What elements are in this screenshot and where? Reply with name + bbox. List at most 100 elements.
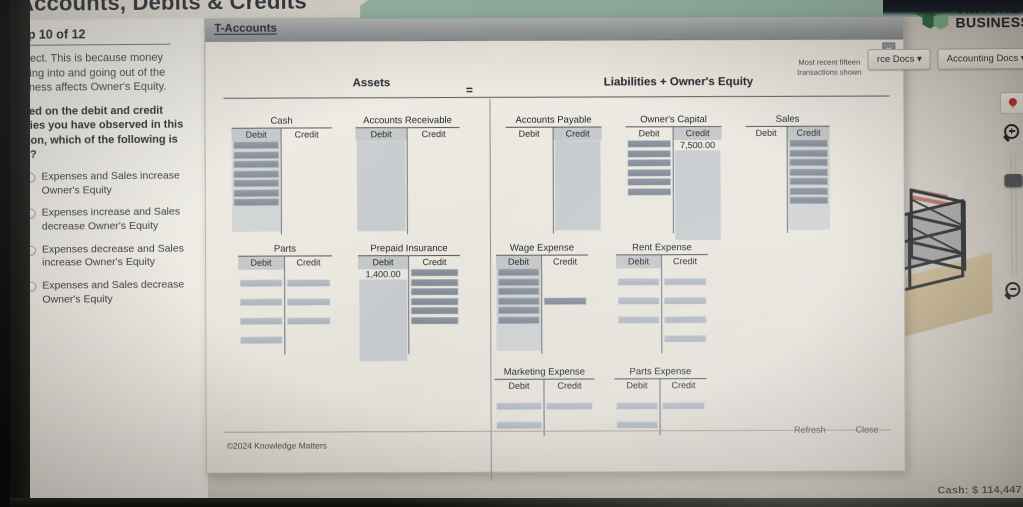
bar-spacer <box>287 288 330 295</box>
t-account-name: Wage Expense <box>509 242 575 254</box>
bar-spacer <box>240 289 282 296</box>
transaction-bar <box>287 297 331 306</box>
bar-spacer <box>664 287 706 294</box>
t-account-credit-column[interactable]: Credit 7,500.00 <box>673 127 722 241</box>
bar-spacer <box>618 306 659 313</box>
t-account-credit-column[interactable]: Credit <box>408 128 460 234</box>
transaction-bar <box>616 420 658 428</box>
t-account-credit-entries <box>661 392 707 432</box>
zoom-slider[interactable] <box>1004 152 1023 279</box>
bar-spacer <box>664 268 706 275</box>
answer-option-label: Expenses and Sales increase Owner's Equi… <box>41 169 180 197</box>
t-account-credit-entries <box>662 268 708 350</box>
zoom-slider-thumb[interactable] <box>1004 173 1023 188</box>
t-account-credit-column[interactable]: Credit <box>662 255 708 353</box>
t-account-credit-entries <box>554 140 602 231</box>
column-header-debit: Debit <box>518 128 540 139</box>
transaction-bar <box>411 268 459 277</box>
refresh-button[interactable]: Refresh <box>794 425 826 435</box>
t-account-credit-column[interactable]: Credit <box>285 256 332 354</box>
t-account-credit-column[interactable]: Credit <box>282 128 332 234</box>
t-account-credit-column[interactable]: Credit <box>553 127 602 233</box>
t-account-debit-column[interactable]: Debit <box>231 128 282 235</box>
transaction-bar <box>233 170 279 178</box>
t-account-credit-entries <box>285 269 332 351</box>
transaction-bar <box>789 158 828 166</box>
transaction-bar <box>498 287 540 295</box>
t-account: Parts Expense Debit Credit <box>614 366 707 436</box>
t-account-name: Prepaid Insurance <box>370 243 448 255</box>
t-account-debit-column[interactable]: Debit <box>745 126 788 233</box>
shelving-rack-side <box>909 188 967 271</box>
answer-option-2[interactable]: Expenses increase and Sales decrease Own… <box>10 206 196 235</box>
column-header-debit: Debit <box>616 255 662 269</box>
transaction-bar <box>789 187 828 195</box>
column-header-credit: Credit <box>294 129 319 140</box>
photo-top-right-shadow <box>883 0 1023 16</box>
answer-option-4[interactable]: Expenses and Sales decrease Owner's Equi… <box>10 278 196 307</box>
column-header-debit: Debit <box>638 128 660 139</box>
transaction-bar <box>627 149 671 157</box>
page-title: T-Accounts, Debits & Credits <box>0 0 307 17</box>
t-account-credit-entries <box>409 268 460 351</box>
map-zoom-controls[interactable] <box>995 91 1023 304</box>
t-account-debit-column[interactable]: Debit <box>496 255 543 354</box>
section-assets-label: Assets <box>352 77 391 90</box>
dialog-title: T-Accounts <box>214 22 277 35</box>
t-account: Accounts Receivable Debit Credit <box>355 115 460 235</box>
t-account-debit-column[interactable]: Debit <box>494 379 545 436</box>
zoom-out-icon[interactable] <box>1003 281 1023 304</box>
t-account-credit-column[interactable]: Credit <box>544 380 594 436</box>
photographed-screen: T-Accounts, Debits & Credits VIRTUAL BUS… <box>0 0 1023 507</box>
t-account-credit-body <box>787 139 830 230</box>
cash-status-label: Cash: $ 114,447 <box>937 483 1022 497</box>
question-text: Based on the debit and credit entries yo… <box>9 104 184 161</box>
answer-option-label: Expenses decrease and Sales increase Own… <box>41 242 184 269</box>
transaction-bar <box>627 187 671 195</box>
dialog-title-bar[interactable]: T-Accounts <box>205 17 904 42</box>
t-account-debit-column[interactable]: Debit <box>505 127 554 234</box>
t-account-debit-body <box>496 268 542 351</box>
recent-transactions-note: Most recent fifteen transactions shown <box>797 57 862 77</box>
t-account-name: Marketing Expense <box>503 366 586 378</box>
t-account-debit-entries <box>238 270 284 352</box>
t-account: Marketing Expense Debit Credit <box>494 366 595 436</box>
answer-option-3[interactable]: Expenses decrease and Sales increase Own… <box>10 242 196 271</box>
t-account: Prepaid Insurance Debit 1,400.00 Credit <box>358 243 461 362</box>
t-account-credit-column[interactable]: Credit <box>409 256 460 354</box>
t-account-credit-column[interactable]: Credit <box>542 256 588 354</box>
column-header-credit: Credit <box>553 256 578 267</box>
zoom-in-icon[interactable] <box>1002 124 1023 146</box>
answer-option-1[interactable]: Expenses and Sales increase Owner's Equi… <box>9 170 195 199</box>
amount-block <box>356 141 406 232</box>
t-account-debit-entries <box>495 393 544 433</box>
t-account-credit-column[interactable]: Credit <box>787 126 830 233</box>
transaction-bar <box>411 316 459 324</box>
resource-docs-button[interactable]: rce Docs ▾ <box>867 48 931 71</box>
dialog-actions: Refresh Close <box>794 425 879 435</box>
t-account-debit-column[interactable]: Debit 1,400.00 <box>358 256 410 362</box>
accounting-docs-button[interactable]: Accounting Docs ▾ <box>937 47 1023 70</box>
location-pin-button[interactable] <box>999 91 1023 115</box>
t-account-credit-entries <box>408 141 460 231</box>
close-button[interactable]: Close <box>856 425 879 435</box>
bar-spacer <box>618 268 659 275</box>
t-account-name: Accounts Payable <box>515 114 592 126</box>
t-account-credit-body: 7,500.00 <box>674 140 722 241</box>
bar-spacer <box>287 307 330 314</box>
t-account: Parts Debit Credit <box>238 243 333 355</box>
bar-spacer <box>497 412 542 419</box>
column-header-debit: Debit <box>238 256 285 270</box>
t-account-credit-column[interactable]: Credit <box>660 379 706 435</box>
feedback-text: Correct. This is because money coming in… <box>8 51 167 94</box>
t-account-debit-column[interactable]: Debit <box>238 256 286 355</box>
t-account-debit-column[interactable]: Debit <box>614 379 661 436</box>
t-account-debit-column[interactable]: Debit <box>355 128 408 235</box>
transaction-bar <box>664 296 707 304</box>
t-account-debit-column[interactable]: Debit <box>625 127 674 234</box>
transaction-bar <box>496 421 542 429</box>
t-account-debit-column[interactable]: Debit <box>616 255 663 354</box>
column-header-credit: Credit <box>673 127 722 141</box>
doc-buttons-group: rce Docs ▾ Accounting Docs ▾ <box>867 47 1023 71</box>
t-account-debit-entries <box>356 141 407 232</box>
